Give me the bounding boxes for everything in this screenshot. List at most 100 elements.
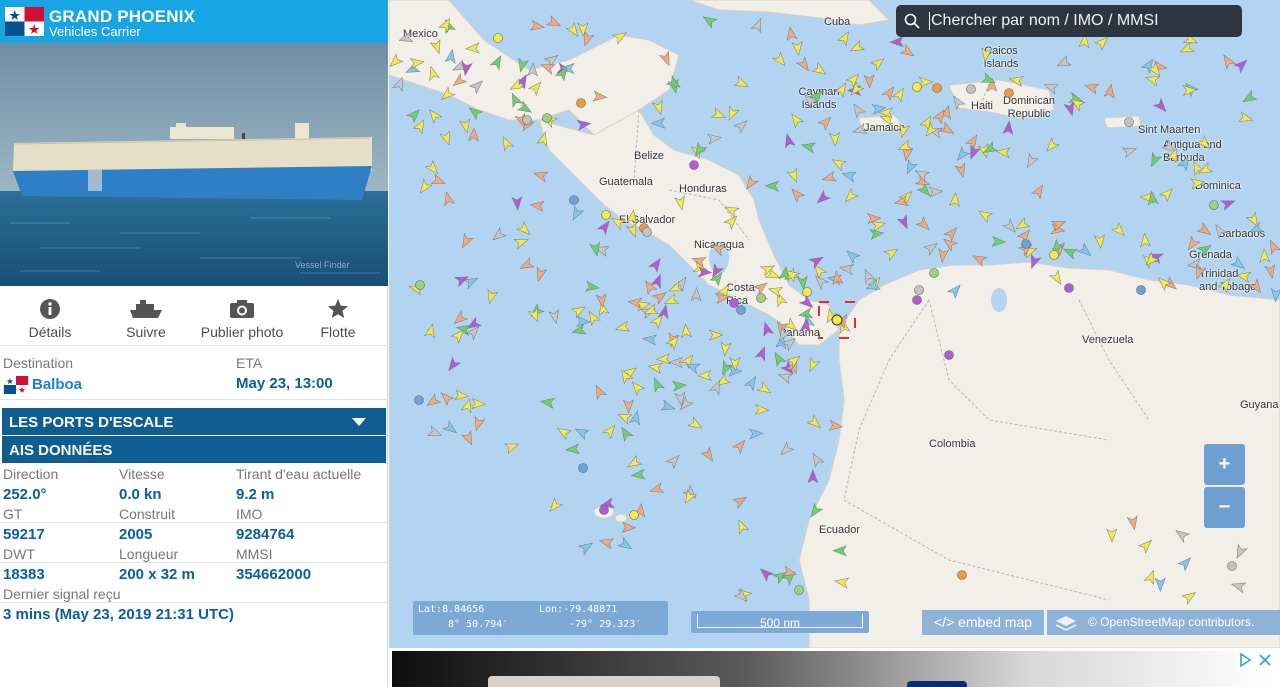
vessel-arrow-marker[interactable] [850, 101, 866, 119]
vessel-arrow-marker[interactable] [841, 169, 857, 183]
vessel-arrow-marker[interactable] [629, 410, 643, 426]
vessel-arrow-marker[interactable] [518, 257, 535, 273]
vessel-arrow-marker[interactable] [772, 51, 789, 68]
vessel-arrow-marker[interactable] [1103, 83, 1116, 99]
vessel-arrow-marker[interactable] [489, 53, 505, 71]
moored-vessel-marker[interactable] [1004, 88, 1014, 98]
vessel-arrow-marker[interactable] [828, 132, 840, 147]
vessel-arrow-marker[interactable] [897, 122, 911, 139]
vessel-arrow-marker[interactable] [658, 50, 673, 68]
vessel-arrow-marker[interactable] [796, 56, 813, 73]
vessel-arrow-marker[interactable] [710, 107, 728, 122]
moored-vessel-marker[interactable] [729, 298, 739, 308]
ad-choices-icon[interactable] [1236, 651, 1274, 669]
vessel-arrow-marker[interactable] [915, 216, 932, 233]
vessel-arrow-marker[interactable] [903, 159, 919, 176]
vessel-arrow-marker[interactable] [465, 42, 480, 54]
vessel-arrow-marker[interactable] [424, 393, 442, 410]
vessel-arrow-marker[interactable] [851, 123, 868, 137]
vessel-arrow-marker[interactable] [458, 232, 474, 250]
moored-vessel-marker[interactable] [1064, 283, 1074, 293]
follow-button[interactable]: Suivre [98, 298, 194, 340]
vessel-markers[interactable] [389, 0, 1280, 648]
vessel-arrow-marker[interactable] [954, 162, 968, 179]
vessel-arrow-marker[interactable] [731, 437, 749, 455]
vessel-arrow-marker[interactable] [807, 502, 824, 519]
vessel-arrow-marker[interactable] [438, 86, 456, 103]
vessel-arrow-marker[interactable] [1147, 151, 1163, 169]
vessel-arrow-marker[interactable] [883, 245, 900, 261]
vessel-arrow-marker[interactable] [949, 93, 966, 111]
moored-vessel-marker[interactable] [542, 113, 552, 123]
vessel-arrow-marker[interactable] [1245, 211, 1262, 229]
vessel-arrow-marker[interactable] [828, 419, 844, 432]
vessel-arrow-marker[interactable] [777, 441, 795, 458]
moored-vessel-marker[interactable] [912, 295, 922, 305]
vessel-photo[interactable]: Vessel Finder [0, 43, 388, 286]
vessel-arrow-marker[interactable] [1055, 55, 1072, 71]
moored-vessel-marker[interactable] [794, 585, 804, 595]
vessel-arrow-marker[interactable] [1184, 235, 1201, 252]
vessel-arrow-marker[interactable] [426, 65, 440, 82]
vessel-arrow-marker[interactable] [791, 40, 804, 56]
vessel-arrow-marker[interactable] [788, 111, 805, 129]
vessel-arrow-marker[interactable] [1212, 222, 1228, 240]
vessel-arrow-marker[interactable] [642, 333, 658, 346]
vessel-arrow-marker[interactable] [760, 321, 774, 337]
vessel-arrow-marker[interactable] [928, 186, 944, 198]
vessel-arrow-marker[interactable] [750, 17, 765, 34]
vessel-arrow-marker[interactable] [1270, 287, 1280, 303]
vessel-arrow-marker[interactable] [1106, 528, 1118, 543]
vessel-arrow-marker[interactable] [611, 29, 629, 45]
vessel-arrow-marker[interactable] [513, 235, 530, 250]
vessel-arrow-marker[interactable] [939, 121, 956, 137]
vessel-arrow-marker[interactable] [461, 430, 477, 447]
vessel-arrow-marker[interactable] [625, 222, 641, 239]
vessel-arrow-marker[interactable] [948, 192, 960, 207]
vessel-arrow-marker[interactable] [438, 389, 455, 407]
vessel-arrow-marker[interactable] [1027, 253, 1042, 270]
vessel-arrow-marker[interactable] [752, 279, 769, 296]
vessel-arrow-marker[interactable] [798, 294, 816, 311]
vessel-arrow-marker[interactable] [529, 200, 545, 212]
moored-vessel-marker[interactable] [944, 350, 954, 360]
ship-tracking-map[interactable]: Mexico Cuba Caicos Islands Cayman Island… [389, 0, 1280, 648]
vessel-arrow-marker[interactable] [1139, 232, 1151, 248]
vessel-arrow-marker[interactable] [720, 341, 732, 357]
vessel-arrow-marker[interactable] [743, 374, 760, 392]
vessel-arrow-marker[interactable] [869, 228, 885, 241]
vessel-arrow-marker[interactable] [615, 320, 631, 334]
vessel-arrow-marker[interactable] [625, 454, 643, 471]
vessel-arrow-marker[interactable] [671, 380, 687, 392]
vessel-arrow-marker[interactable] [545, 15, 563, 31]
vessel-arrow-marker[interactable] [1152, 97, 1170, 114]
vessel-arrow-marker[interactable] [1014, 216, 1031, 233]
vessel-arrow-marker[interactable] [555, 424, 572, 441]
vessel-arrow-marker[interactable] [1233, 57, 1250, 74]
vessel-arrow-marker[interactable] [466, 104, 484, 121]
vessel-arrow-marker[interactable] [806, 414, 823, 431]
details-button[interactable]: Détails [2, 298, 98, 340]
vessel-arrow-marker[interactable] [682, 484, 699, 501]
vessel-arrow-marker[interactable] [650, 273, 665, 290]
vessel-arrow-marker[interactable] [451, 310, 469, 327]
vessel-arrow-marker[interactable] [817, 114, 834, 131]
vessel-arrow-marker[interactable] [629, 379, 646, 396]
vessel-arrow-marker[interactable] [980, 47, 993, 63]
vessel-arrow-marker[interactable] [805, 356, 821, 373]
moored-vessel-marker[interactable] [601, 210, 611, 220]
vessel-arrow-marker[interactable] [1238, 111, 1254, 125]
vessel-arrow-marker[interactable] [462, 274, 480, 290]
vessel-arrow-marker[interactable] [943, 225, 960, 242]
vessel-arrow-marker[interactable] [1190, 177, 1206, 190]
vessel-arrow-marker[interactable] [836, 29, 853, 47]
vessel-arrow-marker[interactable] [516, 57, 530, 73]
vessel-arrow-marker[interactable] [660, 399, 676, 413]
vessel-arrow-marker[interactable] [709, 329, 724, 341]
vessel-arrow-marker[interactable] [1240, 89, 1258, 106]
moored-vessel-marker[interactable] [1021, 239, 1031, 249]
vessel-arrow-marker[interactable] [650, 376, 665, 393]
vessel-arrow-marker[interactable] [1154, 577, 1166, 592]
vessel-arrow-marker[interactable] [647, 361, 663, 374]
vessel-arrow-marker[interactable] [891, 86, 907, 103]
